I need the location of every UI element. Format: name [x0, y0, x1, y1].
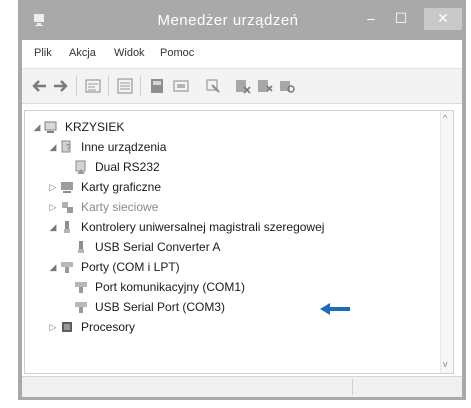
unknown-device-icon: ? [61, 140, 71, 153]
tree-item-label: Procesory [81, 320, 136, 334]
svg-text:?: ? [66, 143, 71, 152]
tree-item-label: Inne urządzenia [81, 140, 167, 154]
device-manager-window: Menedżer urządzeń – ☐ ✕ Plik Akcja Widok… [18, 0, 466, 400]
status-separator [352, 379, 353, 395]
tree-item-com3[interactable]: USB Serial Port (COM3) [73, 297, 225, 317]
scan-icon[interactable] [116, 77, 134, 95]
tree-item-usb-controllers[interactable]: ◢ Kontrolery uniwersalnej magistrali sze… [47, 217, 325, 237]
computer-icon [44, 121, 57, 133]
toolbar-separator [108, 76, 109, 96]
maximize-button[interactable]: ☐ [388, 8, 414, 30]
expand-chevron-icon[interactable]: ◢ [47, 142, 59, 153]
scroll-up-icon[interactable]: ^ [443, 113, 447, 123]
usb-controller-icon [64, 221, 70, 233]
port-icon [61, 262, 73, 273]
toolbar [22, 69, 462, 104]
menu-help[interactable]: Pomoc [160, 47, 194, 59]
scroll-down-icon[interactable]: v [443, 359, 448, 369]
back-arrow-icon[interactable] [30, 77, 48, 95]
tree-item-ports[interactable]: ◢ Porty (COM i LPT) [47, 257, 180, 277]
tree-item-label: Porty (COM i LPT) [81, 260, 180, 274]
display-adapter-icon [61, 182, 73, 193]
device-manager-icon [34, 14, 44, 26]
tree-item-network-adapters[interactable]: ▷ Karty sieciowe [47, 197, 159, 217]
expand-chevron-icon[interactable]: ◢ [31, 122, 43, 133]
tree-item-display-adapters[interactable]: ▷ Karty graficzne [47, 177, 162, 197]
forward-arrow-icon[interactable] [52, 77, 70, 95]
tree-item-com1[interactable]: Port komunikacyjny (COM1) [73, 277, 245, 297]
collapse-chevron-icon[interactable]: ▷ [47, 322, 59, 333]
tree-item-other-devices[interactable]: ◢ ? Inne urządzenia [47, 137, 167, 157]
collapse-chevron-icon[interactable]: ▷ [47, 202, 59, 213]
tree-item-label: Port komunikacyjny (COM1) [95, 280, 246, 294]
menu-file[interactable]: Plik [34, 47, 52, 59]
tree-item-dual-rs232[interactable]: Dual RS232 [73, 157, 160, 177]
expand-chevron-icon[interactable]: ◢ [47, 222, 59, 233]
window-content: Plik Akcja Widok Pomoc ◢ KRZYSIEK ◢ ? In… [22, 40, 462, 397]
tree-item-processors[interactable]: ▷ Procesory [47, 317, 136, 337]
close-button[interactable]: ✕ [424, 8, 462, 30]
scan-hardware-icon[interactable] [278, 77, 296, 95]
toolbar-separator [140, 76, 141, 96]
vertical-scrollbar[interactable]: ^ v [440, 111, 453, 373]
processor-icon [62, 322, 72, 332]
menu-bar: Plik Akcja Widok Pomoc [22, 40, 462, 69]
menu-view[interactable]: Widok [114, 47, 145, 59]
tree-item-label: Karty graficzne [81, 180, 162, 194]
tree-item-label: USB Serial Port (COM3) [95, 300, 226, 314]
tree-item-label: Dual RS232 [95, 160, 160, 174]
menu-action[interactable]: Akcja [69, 47, 96, 59]
display-icon[interactable] [172, 77, 190, 95]
status-bar [22, 376, 462, 397]
device-icon[interactable] [204, 77, 222, 95]
properties-icon[interactable] [84, 77, 102, 95]
tree-item-usb-serial-converter[interactable]: USB Serial Converter A [73, 237, 220, 257]
usb-device-icon [78, 241, 84, 253]
update-driver-icon[interactable] [148, 77, 166, 95]
title-bar[interactable]: Menedżer urządzeń – ☐ ✕ [18, 0, 466, 40]
uninstall-icon[interactable] [256, 77, 274, 95]
tree-item-label: KRZYSIEK [65, 120, 125, 134]
network-adapter-icon [62, 202, 73, 213]
toolbar-separator [76, 76, 77, 96]
minimize-button[interactable]: – [358, 8, 384, 30]
port-icon [75, 302, 87, 313]
tree-item-label: Karty sieciowe [81, 200, 159, 214]
pointer-arrow-icon [320, 303, 350, 315]
device-tree[interactable]: ◢ KRZYSIEK ◢ ? Inne urządzenia Dual RS23… [24, 110, 454, 374]
tree-item-label: USB Serial Converter A [95, 240, 221, 254]
expand-chevron-icon[interactable]: ◢ [47, 262, 59, 273]
window-title: Menedżer urządzeń [157, 12, 299, 29]
collapse-chevron-icon[interactable]: ▷ [47, 182, 59, 193]
tree-item-computer[interactable]: ◢ KRZYSIEK [31, 117, 125, 137]
disable-icon[interactable] [234, 77, 252, 95]
port-icon [75, 282, 87, 293]
tree-item-label: Kontrolery uniwersalnej magistrali szere… [81, 220, 325, 234]
warning-device-icon [75, 160, 86, 174]
